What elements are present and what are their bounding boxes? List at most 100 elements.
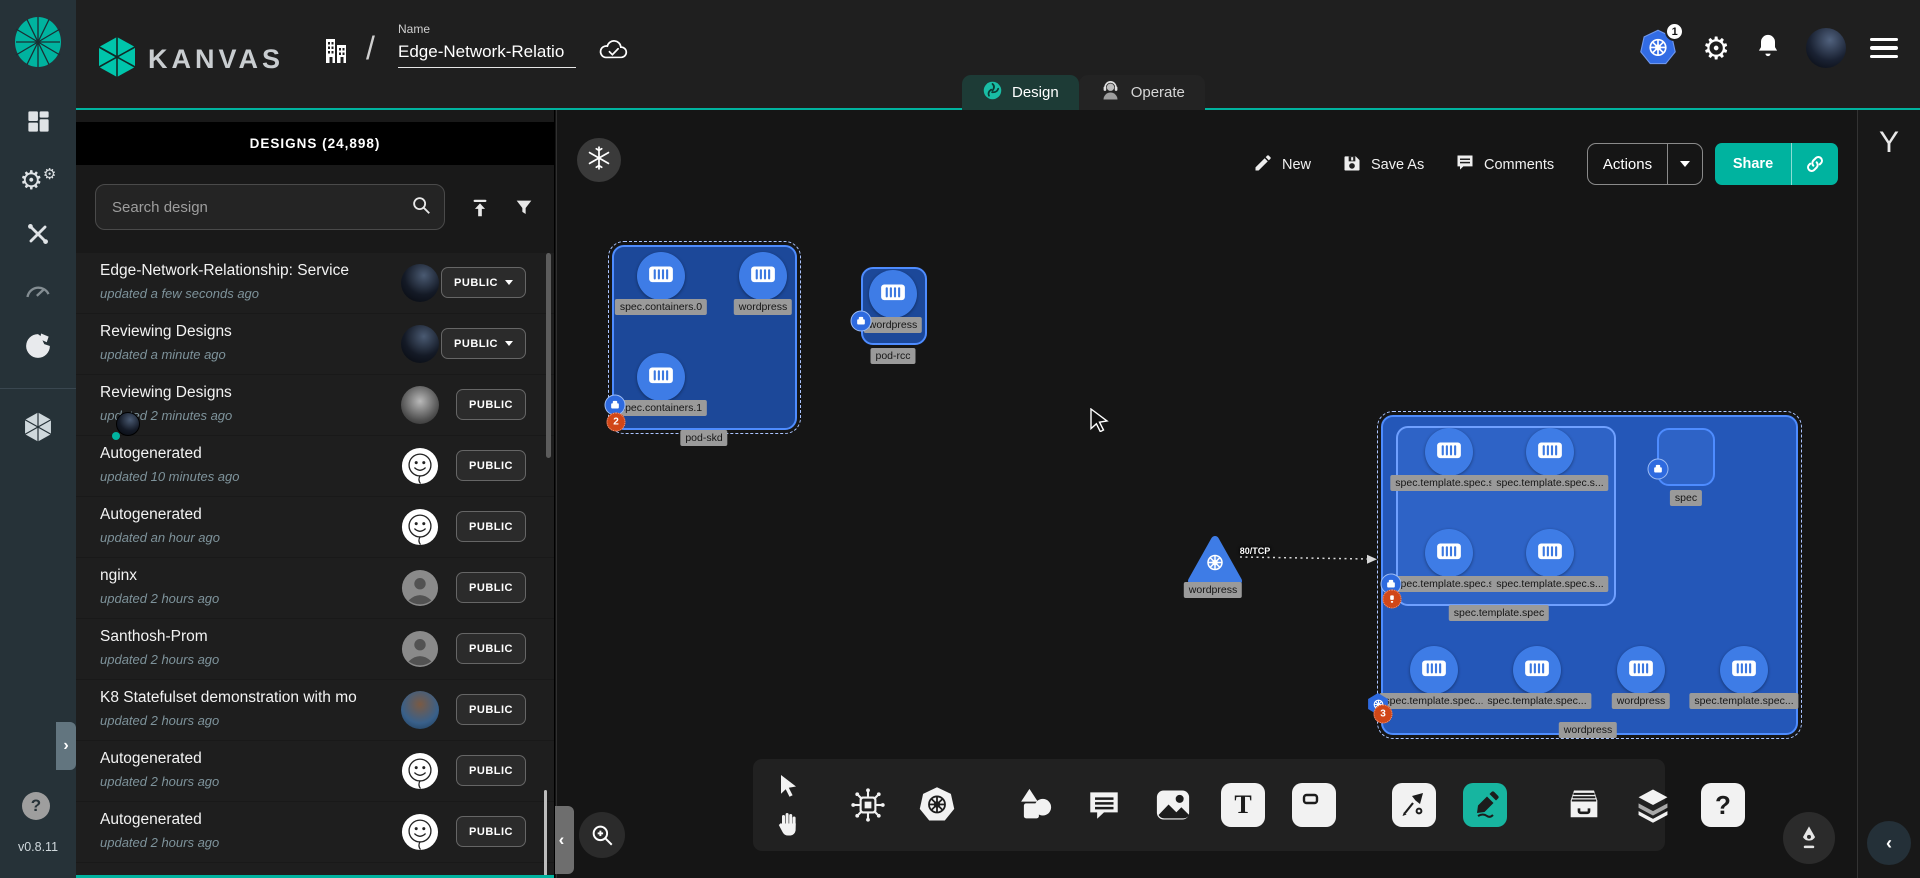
tool-edge-pen[interactable] bbox=[1392, 783, 1436, 827]
design-owner-avatar[interactable] bbox=[401, 569, 439, 607]
tab-operate-label: Operate bbox=[1131, 84, 1185, 101]
tool-image[interactable] bbox=[1152, 784, 1194, 826]
error-count-badge[interactable]: 3 bbox=[1374, 705, 1393, 724]
comments-button[interactable]: Comments bbox=[1455, 146, 1554, 184]
sidebar-item-meshery[interactable] bbox=[18, 409, 58, 449]
menu-hamburger-icon[interactable] bbox=[1870, 38, 1898, 59]
actions-dropdown-button[interactable] bbox=[1668, 161, 1702, 167]
whiteboard-pen-button[interactable] bbox=[1783, 812, 1835, 864]
notifications-bell-icon[interactable] bbox=[1754, 32, 1782, 65]
visibility-badge[interactable]: PUBLIC bbox=[456, 755, 526, 786]
sidebar-item-configuration[interactable] bbox=[18, 216, 58, 256]
alert-badge-icon[interactable] bbox=[1383, 590, 1402, 609]
design-list-item[interactable]: Reviewing Designs updated a minute ago P… bbox=[76, 314, 554, 374]
organization-icon[interactable] bbox=[322, 36, 350, 71]
list-scrollbar-lower[interactable] bbox=[544, 790, 547, 876]
visibility-badge[interactable]: PUBLIC bbox=[456, 572, 526, 603]
versions-icon[interactable]: Y bbox=[1858, 126, 1920, 160]
visibility-badge[interactable]: PUBLIC bbox=[456, 816, 526, 847]
actions-button[interactable]: Actions bbox=[1587, 143, 1703, 185]
design-list-item[interactable]: Autogenerated updated an hour ago PUBLIC bbox=[76, 497, 554, 557]
container-node[interactable] bbox=[739, 252, 787, 300]
design-owner-avatar[interactable] bbox=[401, 752, 439, 790]
copy-link-button[interactable] bbox=[1792, 153, 1838, 175]
design-list-item[interactable]: K8 Statefulset demonstration with mo upd… bbox=[76, 680, 554, 740]
pod-badge-icon[interactable] bbox=[1648, 459, 1669, 480]
sidebar-item-dashboard[interactable] bbox=[18, 104, 58, 144]
visibility-badge[interactable]: PUBLIC bbox=[456, 450, 526, 481]
design-owner-avatar[interactable] bbox=[401, 325, 439, 363]
sidebar-expand-button[interactable]: › bbox=[56, 722, 76, 770]
design-owner-avatar[interactable] bbox=[401, 386, 439, 424]
tool-comment[interactable] bbox=[1083, 784, 1125, 826]
visibility-badge[interactable]: PUBLIC bbox=[441, 267, 526, 298]
settings-gear-icon[interactable]: ⚙ bbox=[1702, 33, 1730, 64]
container-node[interactable] bbox=[1526, 428, 1574, 476]
import-design-button[interactable] bbox=[466, 194, 494, 222]
tool-components[interactable] bbox=[847, 784, 889, 826]
spec-node[interactable] bbox=[1657, 428, 1715, 486]
tool-help[interactable]: ? bbox=[1701, 783, 1745, 827]
tool-text[interactable]: T bbox=[1221, 783, 1265, 827]
meshery-logo-icon[interactable] bbox=[14, 16, 62, 73]
design-owner-avatar[interactable] bbox=[401, 813, 439, 851]
visibility-badge[interactable]: PUBLIC bbox=[456, 389, 526, 420]
container-node[interactable] bbox=[1617, 646, 1665, 694]
tool-kubernetes[interactable] bbox=[916, 784, 958, 826]
tool-freehand-draw[interactable] bbox=[1463, 783, 1507, 827]
list-scrollbar[interactable] bbox=[546, 253, 551, 458]
service-triangle-node[interactable] bbox=[1186, 535, 1244, 587]
visibility-badge[interactable]: PUBLIC bbox=[456, 694, 526, 725]
tab-operate[interactable]: Operate bbox=[1079, 75, 1205, 110]
new-button[interactable]: New bbox=[1253, 146, 1311, 184]
tool-drawer[interactable] bbox=[1563, 784, 1605, 826]
container-node[interactable] bbox=[1425, 428, 1473, 476]
container-node[interactable] bbox=[869, 270, 917, 318]
tool-select[interactable] bbox=[767, 771, 809, 801]
design-list-item[interactable]: Autogenerated updated 2 hours ago PUBLIC bbox=[76, 741, 554, 801]
design-list-item[interactable]: Reviewing Designs updated 2 minutes ago … bbox=[76, 375, 554, 435]
visibility-badge[interactable]: PUBLIC bbox=[456, 633, 526, 664]
user-avatar[interactable] bbox=[1806, 28, 1846, 68]
container-node[interactable] bbox=[1513, 646, 1561, 694]
visibility-badge[interactable]: PUBLIC bbox=[441, 328, 526, 359]
kubernetes-context-icon[interactable]: 1 bbox=[1638, 28, 1678, 68]
design-owner-avatar[interactable] bbox=[401, 264, 439, 302]
dock-collapse-button[interactable]: ‹ bbox=[1867, 821, 1911, 865]
save-as-button[interactable]: Save As bbox=[1342, 146, 1424, 184]
name-input[interactable] bbox=[398, 40, 576, 68]
sidebar-item-kanvas[interactable] bbox=[18, 328, 58, 368]
help-button[interactable]: ? bbox=[22, 792, 50, 820]
error-count-badge[interactable]: 2 bbox=[607, 413, 626, 432]
design-list-item[interactable]: Edge-Network-Relationship: Service updat… bbox=[76, 253, 554, 313]
container-node[interactable] bbox=[637, 252, 685, 300]
tab-design[interactable]: Design bbox=[962, 75, 1079, 110]
container-node[interactable] bbox=[1425, 529, 1473, 577]
pod-badge-icon[interactable] bbox=[851, 311, 872, 332]
floppy-icon bbox=[1342, 153, 1362, 177]
sidebar-item-performance[interactable] bbox=[18, 272, 58, 312]
design-owner-avatar[interactable] bbox=[401, 630, 439, 668]
container-node[interactable] bbox=[1526, 529, 1574, 577]
container-node[interactable] bbox=[637, 353, 685, 401]
tool-layers[interactable] bbox=[1632, 784, 1674, 826]
design-list-item[interactable]: Santhosh-Prom updated 2 hours ago PUBLIC bbox=[76, 619, 554, 679]
design-owner-avatar[interactable] bbox=[401, 508, 439, 546]
tool-note[interactable] bbox=[1292, 783, 1336, 827]
visibility-badge[interactable]: PUBLIC bbox=[456, 511, 526, 542]
tool-pan[interactable] bbox=[767, 809, 809, 839]
zoom-in-button[interactable] bbox=[579, 812, 625, 858]
design-list-item[interactable]: nginx updated 2 hours ago PUBLIC bbox=[76, 558, 554, 618]
share-button[interactable]: Share bbox=[1715, 143, 1838, 185]
design-list-item[interactable]: Autogenerated updated 2 hours ago PUBLIC bbox=[76, 802, 554, 862]
design-owner-avatar[interactable] bbox=[401, 447, 439, 485]
container-node[interactable] bbox=[1410, 646, 1458, 694]
kanvas-logo[interactable]: KANVAS bbox=[98, 36, 284, 83]
tool-shapes[interactable] bbox=[1014, 784, 1056, 826]
search-input[interactable] bbox=[112, 199, 410, 216]
design-owner-avatar[interactable] bbox=[401, 691, 439, 729]
container-node[interactable] bbox=[1720, 646, 1768, 694]
design-list-item[interactable]: Autogenerated updated 10 minutes ago PUB… bbox=[76, 436, 554, 496]
filter-designs-button[interactable] bbox=[510, 194, 538, 222]
sidebar-item-lifecycle[interactable]: ⚙⚙ bbox=[18, 160, 58, 200]
